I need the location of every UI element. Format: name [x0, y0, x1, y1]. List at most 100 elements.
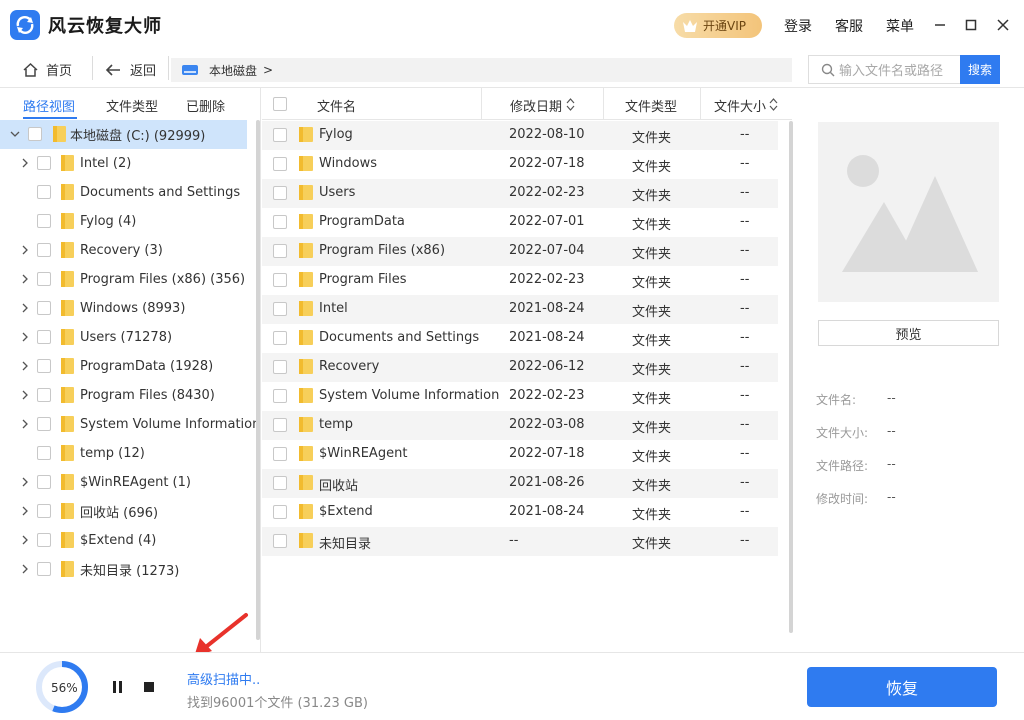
row-checkbox[interactable] — [273, 534, 287, 548]
row-checkbox[interactable] — [273, 505, 287, 519]
tree-item[interactable]: 回收站 (696) — [0, 497, 247, 526]
row-checkbox[interactable] — [273, 244, 287, 258]
tree-item[interactable]: Recovery (3) — [0, 236, 247, 265]
chevron-right-icon[interactable] — [20, 332, 30, 342]
tree-item-checkbox[interactable] — [37, 446, 51, 460]
table-row[interactable]: 回收站 2021-08-26 文件夹 -- — [262, 469, 778, 498]
table-row[interactable]: Users 2022-02-23 文件夹 -- — [262, 179, 778, 208]
restore-button[interactable]: 恢复 — [807, 667, 997, 707]
tree-item[interactable]: Users (71278) — [0, 323, 247, 352]
preview-button[interactable]: 预览 — [818, 320, 999, 346]
tree-item-checkbox[interactable] — [37, 359, 51, 373]
tree-item[interactable]: $WinREAgent (1) — [0, 468, 247, 497]
tree-item[interactable]: Program Files (x86) (356) — [0, 265, 247, 294]
search-input[interactable]: 输入文件名或路径 — [808, 55, 960, 84]
tree-item[interactable]: Fylog (4) — [0, 207, 247, 236]
chevron-right-icon[interactable] — [20, 535, 30, 545]
row-checkbox[interactable] — [273, 186, 287, 200]
chevron-right-icon[interactable] — [20, 245, 30, 255]
table-row[interactable]: 未知目录 -- 文件夹 -- — [262, 527, 778, 556]
table-scrollbar[interactable] — [789, 121, 793, 633]
tree-item-checkbox[interactable] — [37, 562, 51, 576]
chevron-right-icon[interactable] — [20, 506, 30, 516]
pause-button[interactable] — [112, 680, 124, 694]
path-breadcrumb[interactable]: 本地磁盘 > — [171, 58, 792, 82]
table-row[interactable]: $WinREAgent 2022-07-18 文件夹 -- — [262, 440, 778, 469]
home-button[interactable]: 首页 — [22, 60, 72, 79]
table-row[interactable]: $Extend 2021-08-24 文件夹 -- — [262, 498, 778, 527]
back-button[interactable]: 返回 — [105, 60, 156, 79]
row-checkbox[interactable] — [273, 389, 287, 403]
tree-item[interactable]: Program Files (8430) — [0, 381, 247, 410]
chevron-right-icon[interactable] — [20, 477, 30, 487]
row-checkbox[interactable] — [273, 128, 287, 142]
chevron-right-icon[interactable] — [20, 303, 30, 313]
chevron-right-icon[interactable] — [20, 158, 30, 168]
table-row[interactable]: Documents and Settings 2021-08-24 文件夹 -- — [262, 324, 778, 353]
stop-button[interactable] — [143, 681, 155, 693]
tree-root-item[interactable]: 本地磁盘 (C:) (92999) — [0, 120, 247, 149]
tree-item-checkbox[interactable] — [37, 156, 51, 170]
service-link[interactable]: 客服 — [835, 16, 863, 36]
col-header-name[interactable]: 文件名 — [317, 96, 356, 115]
tree-item[interactable]: temp (12) — [0, 439, 247, 468]
tree-item-checkbox[interactable] — [37, 214, 51, 228]
close-button[interactable] — [992, 14, 1014, 36]
chevron-right-icon[interactable] — [20, 274, 30, 284]
chevron-right-icon[interactable] — [20, 564, 30, 574]
tree-item-checkbox[interactable] — [37, 388, 51, 402]
tree-scrollbar[interactable] — [256, 120, 260, 640]
tree-item[interactable]: Intel (2) — [0, 149, 247, 178]
minimize-button[interactable] — [929, 14, 951, 36]
tree-item[interactable]: System Volume Information ( — [0, 410, 260, 439]
tab-file-type[interactable]: 文件类型 — [106, 96, 158, 115]
row-checkbox[interactable] — [273, 273, 287, 287]
tree-item-checkbox[interactable] — [37, 533, 51, 547]
table-row[interactable]: Program Files (x86) 2022-07-04 文件夹 -- — [262, 237, 778, 266]
row-checkbox[interactable] — [273, 157, 287, 171]
tree-item-checkbox[interactable] — [37, 330, 51, 344]
table-row[interactable]: Recovery 2022-06-12 文件夹 -- — [262, 353, 778, 382]
vip-button[interactable]: 开通VIP — [674, 13, 762, 38]
table-row[interactable]: temp 2022-03-08 文件夹 -- — [262, 411, 778, 440]
table-row[interactable]: ProgramData 2022-07-01 文件夹 -- — [262, 208, 778, 237]
table-row[interactable]: Windows 2022-07-18 文件夹 -- — [262, 150, 778, 179]
table-row[interactable]: Fylog 2022-08-10 文件夹 -- — [262, 121, 778, 150]
row-checkbox[interactable] — [273, 360, 287, 374]
row-checkbox[interactable] — [273, 302, 287, 316]
tree-item[interactable]: 未知目录 (1273) — [0, 555, 247, 584]
chevron-right-icon[interactable] — [20, 419, 30, 429]
search-button[interactable]: 搜索 — [960, 55, 1000, 84]
login-link[interactable]: 登录 — [784, 16, 812, 36]
maximize-button[interactable] — [960, 14, 982, 36]
col-header-type[interactable]: 文件类型 — [625, 96, 677, 115]
row-checkbox[interactable] — [273, 331, 287, 345]
tree-item-checkbox[interactable] — [37, 272, 51, 286]
tree-item[interactable]: $Extend (4) — [0, 526, 247, 555]
tree-item-checkbox[interactable] — [37, 185, 51, 199]
table-row[interactable]: Program Files 2022-02-23 文件夹 -- — [262, 266, 778, 295]
tree-item-checkbox[interactable] — [37, 243, 51, 257]
tree-item[interactable]: ProgramData (1928) — [0, 352, 247, 381]
tab-deleted[interactable]: 已删除 — [186, 96, 225, 115]
menu-link[interactable]: 菜单 — [886, 16, 914, 36]
chevron-right-icon[interactable] — [20, 390, 30, 400]
tree-item[interactable]: Windows (8993) — [0, 294, 247, 323]
tree-item-checkbox[interactable] — [37, 504, 51, 518]
col-header-date[interactable]: 修改日期 — [510, 96, 562, 115]
chevron-right-icon[interactable] — [20, 361, 30, 371]
table-row[interactable]: Intel 2021-08-24 文件夹 -- — [262, 295, 778, 324]
table-row[interactable]: System Volume Information 2022-02-23 文件夹 -- — [262, 382, 778, 411]
select-all-checkbox[interactable] — [273, 97, 287, 111]
row-checkbox[interactable] — [273, 447, 287, 461]
row-checkbox[interactable] — [273, 476, 287, 490]
col-header-size[interactable]: 文件大小 — [714, 96, 766, 115]
tree-root-checkbox[interactable] — [28, 127, 42, 141]
tab-path-view[interactable]: 路径视图 — [23, 96, 75, 115]
tree-item[interactable]: Documents and Settings — [0, 178, 247, 207]
tree-item-checkbox[interactable] — [37, 301, 51, 315]
row-checkbox[interactable] — [273, 215, 287, 229]
tree-item-checkbox[interactable] — [37, 417, 51, 431]
tree-item-checkbox[interactable] — [37, 475, 51, 489]
row-checkbox[interactable] — [273, 418, 287, 432]
